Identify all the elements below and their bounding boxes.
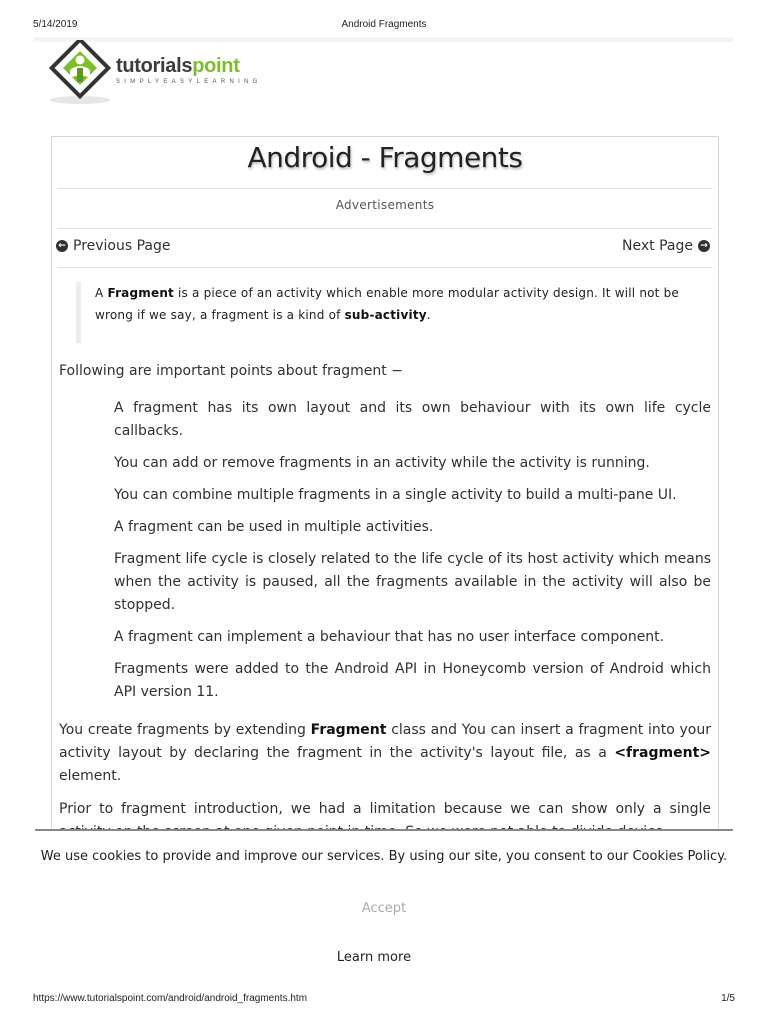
next-page-link[interactable]: Next Page → <box>622 238 710 254</box>
list-item: Fragment life cycle is closely related t… <box>114 551 711 613</box>
lead-paragraph: Following are important points about fra… <box>59 363 403 379</box>
print-header: 5/14/2019 Android Fragments <box>0 17 768 31</box>
list-item: A fragment can implement a behaviour tha… <box>114 629 665 645</box>
body-paragraph: Prior to fragment introduction, we had a… <box>59 801 711 832</box>
next-page-label: Next Page <box>622 238 693 254</box>
list-item: You can add or remove fragments in an ac… <box>114 455 650 471</box>
page-title: Android - Fragments <box>247 141 523 174</box>
list-item: A fragment can be used in multiple activ… <box>114 519 434 535</box>
print-url: https://www.tutorialspoint.com/android/a… <box>33 993 308 1004</box>
learn-more-link[interactable]: Learn more <box>35 950 713 965</box>
cookie-message: We use cookies to provide and improve ou… <box>40 849 728 864</box>
print-page-number: 1/5 <box>721 993 735 1004</box>
previous-page-link[interactable]: ← Previous Page <box>56 238 171 254</box>
divider <box>57 228 713 229</box>
tutorialspoint-logo-icon <box>48 40 112 104</box>
print-title: Android Fragments <box>341 19 427 30</box>
site-logo[interactable]: tutorialspoint SIMPLYEASYLEARNING <box>48 40 278 108</box>
logo-tagline: SIMPLYEASYLEARNING <box>116 79 262 85</box>
previous-page-label: Previous Page <box>73 238 171 254</box>
accept-button[interactable]: Accept <box>35 901 733 916</box>
cookie-consent-bar: We use cookies to provide and improve ou… <box>35 829 733 991</box>
arrow-left-circle-icon: ← <box>56 240 68 252</box>
divider <box>57 188 713 189</box>
list-item: You can combine multiple fragments in a … <box>114 487 677 503</box>
divider <box>57 267 713 268</box>
intro-quote: A Fragment is a piece of an activity whi… <box>76 282 685 343</box>
fragment-points-list: A fragment has its own layout and its ow… <box>59 397 711 713</box>
advertisements-label: Advertisements <box>335 198 435 212</box>
list-item: Fragments were added to the Android API … <box>114 661 711 700</box>
logo-wordmark: tutorialspoint <box>116 55 240 77</box>
body-paragraph: You create fragments by extending Fragme… <box>59 722 712 784</box>
list-item: A fragment has its own layout and its ow… <box>114 400 711 439</box>
content-box: Android - Fragments Advertisements ← Pre… <box>51 136 719 832</box>
arrow-right-circle-icon: → <box>698 240 710 252</box>
